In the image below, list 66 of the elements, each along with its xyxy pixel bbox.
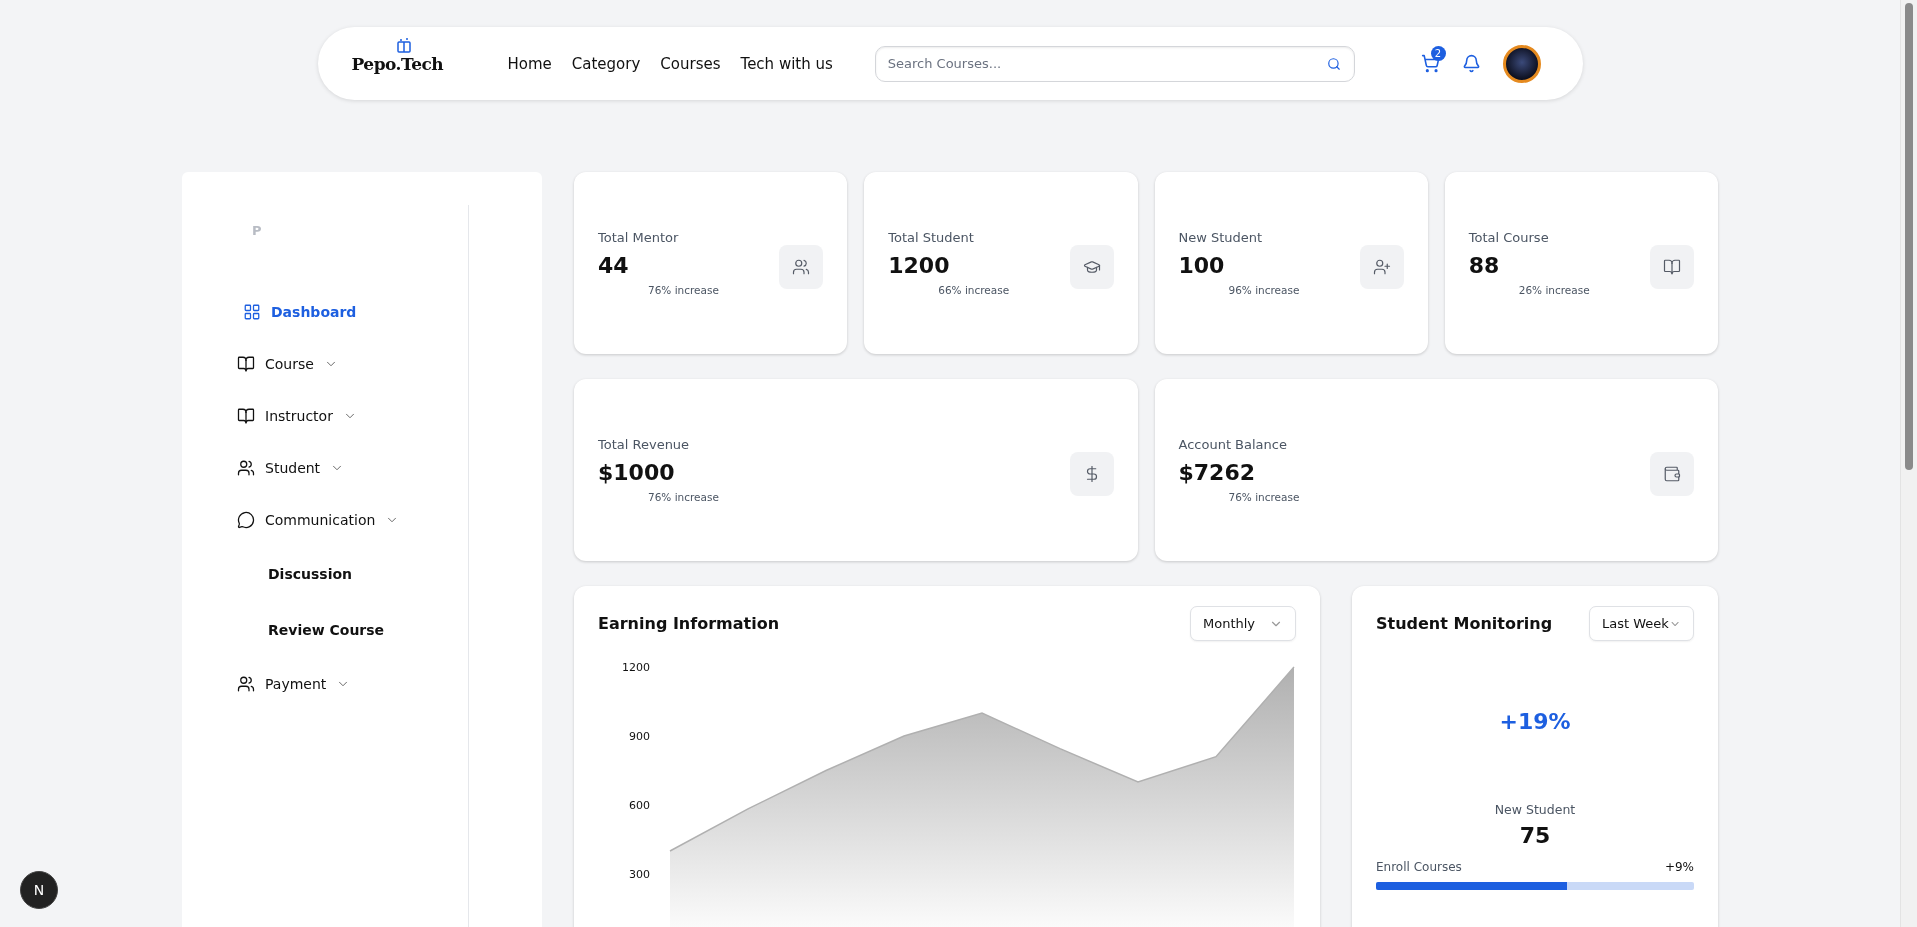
book-icon (237, 355, 255, 373)
stat-change: 96% increase (1227, 284, 1300, 296)
card-title: Earning Information (598, 614, 780, 633)
stat-change: 66% increase (937, 284, 1010, 296)
scrollbar[interactable] (1900, 0, 1917, 927)
y-tick-label: 300 (629, 868, 650, 881)
progress-reading: +9% (1664, 860, 1694, 874)
stat-label: Total Course (1468, 230, 1550, 245)
stat-label: Total Student (888, 230, 975, 245)
dollar-icon (1069, 452, 1114, 496)
faint-letter: P (252, 223, 262, 238)
stat-change: 76% increase (647, 284, 719, 296)
stat-label: New Student (1178, 230, 1264, 245)
stat-label: Account Balance (1178, 437, 1288, 452)
y-tick-label: 600 (629, 799, 650, 812)
stat-label: Total Mentor (598, 230, 680, 245)
scrollbar-thumb[interactable] (1905, 3, 1913, 470)
stat-value: 1200 (888, 253, 951, 278)
growth-percent: +19% (1498, 709, 1572, 734)
user-plus-icon (1359, 245, 1404, 289)
stat-change: 76% increase (647, 491, 719, 503)
wallet-icon (1650, 452, 1694, 496)
graduation-cap-icon (1069, 245, 1114, 289)
nav-link[interactable]: Home (507, 54, 552, 73)
logo[interactable]: Pepo.Tech (351, 53, 444, 74)
chat-bubble-icon (237, 511, 255, 529)
period-dropdown[interactable]: Monthly (1190, 606, 1296, 641)
sidebar-item[interactable]: Instructor (182, 390, 468, 442)
stat-change: 26% increase (1517, 284, 1590, 296)
stat-value: $7262 (1178, 460, 1257, 485)
cart-count: 2 (1430, 46, 1446, 61)
metric-value: 75 (1518, 823, 1552, 848)
search-field[interactable]: Search Courses... (874, 45, 1355, 82)
users-icon (237, 675, 255, 693)
y-tick-label: 1200 (622, 661, 650, 674)
stat-change: 76% increase (1227, 491, 1300, 503)
stat-label: Total Revenue (598, 437, 691, 452)
bell-icon[interactable] (1461, 54, 1481, 73)
sidebar-item[interactable]: Dashboard (182, 286, 468, 338)
book-icon (1650, 245, 1694, 289)
metric-label: New Student (1493, 802, 1577, 817)
sidebar-item[interactable]: Course (182, 338, 468, 390)
nav-link[interactable]: Category (571, 54, 641, 73)
nav-link[interactable]: Courses (660, 54, 721, 73)
users-icon (237, 459, 255, 477)
sidebar-item[interactable]: Student (182, 442, 468, 494)
sidebar-item[interactable]: Communication (182, 494, 468, 546)
y-tick-label: 900 (629, 730, 650, 743)
progress-label: Enroll Courses (1376, 860, 1462, 874)
users-icon (779, 245, 824, 289)
stat-value: 44 (598, 253, 630, 278)
sidebar-subitem[interactable]: Discussion (182, 546, 468, 602)
sidebar-subitem[interactable]: Review Course (182, 602, 468, 658)
stat-value: 88 (1468, 253, 1501, 278)
stat-value: $1000 (598, 460, 676, 485)
grid-icon (243, 303, 261, 321)
dev-badge[interactable]: N (20, 871, 58, 909)
stat-value: 100 (1178, 253, 1226, 278)
card-title: Student Monitoring (1376, 614, 1553, 633)
book-logo-icon (395, 37, 412, 54)
sidebar-item[interactable]: Payment (182, 658, 468, 710)
avatar[interactable] (1502, 44, 1541, 83)
nav-link[interactable]: Tech with us (740, 54, 833, 73)
book-icon (237, 407, 255, 425)
search-icon[interactable] (1326, 56, 1341, 71)
period-dropdown[interactable]: Last Week (1589, 606, 1694, 641)
